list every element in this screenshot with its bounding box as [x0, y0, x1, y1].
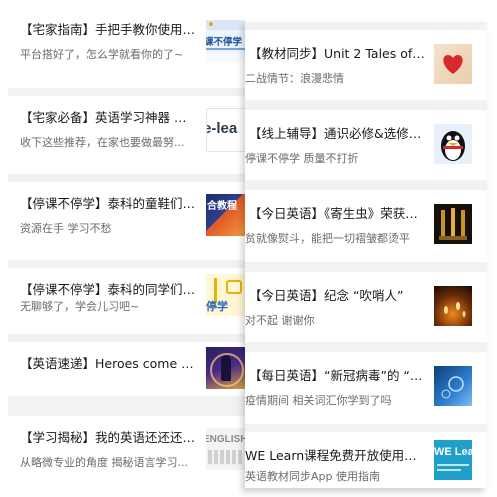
heart-icon [443, 55, 463, 74]
article-item[interactable]: WE Learn课程免费开放使用指南 英语教材同步App 使用指南 WE Lea… [245, 432, 487, 488]
article-title: 【英语速递】Heroes come and... [20, 356, 198, 371]
article-subtitle: 对不起 谢谢你 [245, 314, 315, 327]
article-title: 【今日英语】纪念 “吹哨人” [249, 288, 404, 303]
article-subtitle: 停课不停学 质量不打折 [245, 152, 359, 165]
thumb-text: 停学 [206, 301, 228, 313]
article-subtitle: 英语教材同步App 使用指南 [245, 470, 380, 483]
article-item[interactable]: 【今日英语】纪念 “吹哨人” 对不起 谢谢你 [245, 272, 487, 342]
right-article-list: 【教材同步】Unit 2 Tales of Tr... 二战情节：浪漫悲情 【线… [245, 22, 487, 488]
penguin-thumbnail [434, 124, 472, 164]
article-title: 【每日英语】“新冠病毒”的 “新... [249, 368, 427, 383]
article-title: 【停课不停学】泰科的同学们，... [20, 282, 198, 297]
tutorial-thumbnail: 合教程 [206, 194, 245, 236]
left-article-list: 【宅家指南】手把手教你使用 #... 平台搭好了，怎么学就看你的了~ 课不停学 … [8, 8, 245, 484]
article-item[interactable]: 【停课不停学】泰科的同学们，... 无聊够了，学会儿习吧~ 停学 [8, 268, 245, 334]
article-subtitle: 平台搭好了，怎么学就看你的了~ [20, 48, 184, 61]
english-thumbnail: ENGLISH [206, 428, 245, 470]
elearning-thumbnail: e-lea [206, 108, 245, 152]
thumb-text: e-lea [206, 120, 238, 137]
trophy-icon [439, 208, 467, 240]
candles-thumbnail [434, 286, 472, 326]
article-title: 【宅家指南】手把手教你使用 #... [20, 22, 198, 37]
article-item[interactable]: 【每日英语】“新冠病毒”的 “新... 疫情期间 相关词汇你学到了吗 [245, 352, 487, 424]
article-subtitle: 无聊够了，学会儿习吧~ [20, 300, 140, 313]
article-item[interactable]: 【宅家必备】英语学习神器 良... 收下这些推荐，在家也要做最努... e-le… [8, 96, 245, 174]
article-subtitle: 从略微专业的角度 揭秘语言学习... [20, 456, 188, 469]
oscar-thumbnail [434, 204, 472, 244]
article-title: 【学习揭秘】我的英语还还还有... [20, 430, 198, 445]
article-subtitle: 疫情期间 相关词汇你学到了吗 [245, 394, 392, 407]
article-item[interactable]: 【英语速递】Heroes come and... [8, 342, 245, 396]
article-subtitle: 资源在手 学习不愁 [20, 222, 112, 235]
article-title: 【线上辅导】通识必修&选修课... [249, 126, 427, 141]
virus-icon [441, 376, 464, 399]
candle-icon [444, 302, 466, 317]
article-title: 【宅家必备】英语学习神器 良... [20, 110, 198, 125]
poster-thumbnail: 课不停学 [206, 20, 245, 62]
welearn-thumbnail: WE Learn [434, 440, 472, 480]
penguin-icon [441, 131, 465, 161]
virus-thumbnail [434, 366, 472, 406]
heart-thumbnail [434, 44, 472, 84]
article-item[interactable]: 【教材同步】Unit 2 Tales of Tr... 二战情节：浪漫悲情 [245, 30, 487, 100]
thumb-text: WE Learn [434, 446, 472, 458]
thumb-text: 合教程 [207, 201, 237, 212]
article-subtitle: 收下这些推荐，在家也要做最努... [20, 136, 185, 149]
article-item[interactable]: 【停课不停学】泰科的童鞋们，... 资源在手 学习不愁 合教程 [8, 182, 245, 260]
article-item[interactable]: 【今日英语】《寄生虫》荣获奥... 贫就像熨斗，能把一切褶皱都烫平 [245, 190, 487, 262]
article-item[interactable]: 【学习揭秘】我的英语还还还有... 从略微专业的角度 揭秘语言学习... ENG… [8, 416, 245, 484]
article-subtitle: 贫就像熨斗，能把一切褶皱都烫平 [245, 232, 410, 245]
article-title: 【停课不停学】泰科的童鞋们，... [20, 196, 198, 211]
article-title: 【今日英语】《寄生虫》荣获奥... [249, 206, 427, 221]
article-subtitle: 二战情节：浪漫悲情 [245, 72, 344, 85]
study-thumbnail: 停学 [206, 274, 245, 316]
article-item[interactable]: 【线上辅导】通识必修&选修课... 停课不停学 质量不打折 [245, 110, 487, 180]
article-title: 【教材同步】Unit 2 Tales of Tr... [249, 46, 427, 61]
article-item[interactable]: 【宅家指南】手把手教你使用 #... 平台搭好了，怎么学就看你的了~ 课不停学 [8, 8, 245, 88]
thumb-text: ENGLISH [206, 434, 245, 445]
hero-thumbnail [206, 347, 245, 389]
article-title: WE Learn课程免费开放使用指南 [245, 448, 423, 463]
thumb-text: 课不停学 [206, 37, 243, 48]
